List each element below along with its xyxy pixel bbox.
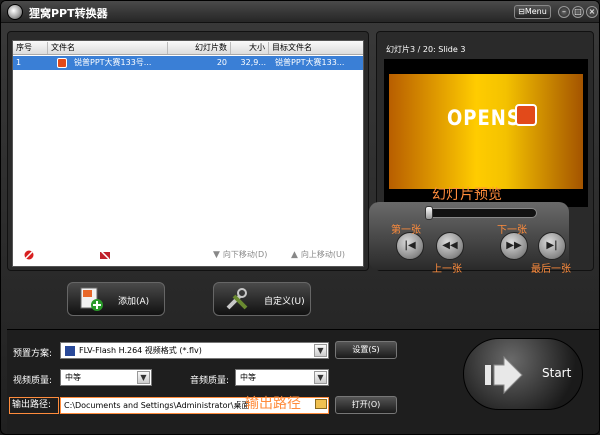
chevron-down-icon[interactable]: ▼ xyxy=(314,344,327,357)
table-header: 序号 文件名 幻灯片数 大小 目标文件名 xyxy=(13,41,363,55)
prev-slide-label: 上一张 xyxy=(432,264,462,275)
fast-forward-icon: ▶▶ xyxy=(506,240,522,251)
rewind-icon: ◀◀ xyxy=(442,240,458,251)
settings-button[interactable]: 设置(S) xyxy=(335,341,397,359)
chevron-down-icon[interactable]: ▼ xyxy=(314,371,327,384)
maximize-icon[interactable]: □ xyxy=(572,6,584,18)
remove-button[interactable]: 移除(R) xyxy=(23,247,73,263)
column-header-slides[interactable]: 幻灯片数 xyxy=(168,42,231,54)
table-row[interactable]: 1 锐普PPT大赛133号... 20 32,9... 锐普PPT大赛133..… xyxy=(13,56,363,70)
move-down-label: 向下移动(D) xyxy=(222,250,268,259)
column-header-target[interactable]: 目标文件名 xyxy=(269,42,363,54)
remove-icon xyxy=(23,249,35,260)
video-quality-label: 视频质量: xyxy=(13,376,53,386)
settings-panel: 预置方案: FLV-Flash H.264 视频格式 (*.flv) ▼ 设置(… xyxy=(7,329,599,434)
start-arrow-icon xyxy=(485,355,523,395)
custom-label: 自定义(U) xyxy=(264,297,305,307)
audio-quality-value: 中等 xyxy=(240,373,256,382)
next-slide-label: 下一张 xyxy=(497,225,527,236)
move-up-label: 向上移动(U) xyxy=(300,250,346,259)
ppt-file-icon xyxy=(57,58,67,68)
list-actions: 移除(R) 清除(C) ▼ 向下移动(D) ▲ 向上移动(U) xyxy=(13,247,365,265)
video-quality-value: 中等 xyxy=(65,373,81,382)
column-header-filename[interactable]: 文件名 xyxy=(48,42,168,54)
file-table[interactable]: 序号 文件名 幻灯片数 大小 目标文件名 1 锐普PPT大赛133号... 20… xyxy=(12,40,364,267)
folder-icon[interactable] xyxy=(315,399,327,409)
column-header-size[interactable]: 大小 xyxy=(231,42,269,54)
audio-quality-label: 音频质量: xyxy=(190,376,230,386)
start-button[interactable]: Start xyxy=(463,338,583,410)
ppt-logo-icon xyxy=(515,104,537,126)
flv-format-icon xyxy=(65,345,75,356)
output-path-label: 输出路径: xyxy=(9,397,59,414)
move-down-button[interactable]: ▼ 向下移动(D) xyxy=(213,247,267,263)
first-slide-button[interactable]: |◀ xyxy=(396,232,424,260)
preset-value: FLV-Flash H.264 视频格式 (*.flv) xyxy=(79,346,202,355)
skip-back-icon: |◀ xyxy=(404,240,416,251)
title-bar: 狸窝PPT转换器 ⊟Menu – □ × xyxy=(1,1,599,23)
app-title: 狸窝PPT转换器 xyxy=(29,7,108,20)
app-logo-icon xyxy=(7,4,23,20)
close-icon[interactable]: × xyxy=(586,6,598,18)
prev-slide-button[interactable]: ◀◀ xyxy=(436,232,464,260)
cell-index: 1 xyxy=(16,58,22,67)
file-list-panel: 序号 文件名 幻灯片数 大小 目标文件名 1 锐普PPT大赛133号... 20… xyxy=(7,31,369,271)
slide-counter: 幻灯片3 / 20: Slide 3 xyxy=(386,45,466,54)
add-label: 添加(A) xyxy=(118,297,150,307)
clear-icon xyxy=(100,249,110,260)
remove-label: 移除(R) xyxy=(45,250,73,259)
custom-button[interactable]: 自定义(U) xyxy=(213,282,311,316)
start-label: Start xyxy=(542,366,572,380)
clear-button[interactable]: 清除(C) xyxy=(99,247,149,263)
add-file-icon xyxy=(80,287,103,311)
open-folder-button[interactable]: 打开(O) xyxy=(335,396,397,414)
cell-size: 32,9... xyxy=(240,58,266,67)
audio-quality-select[interactable]: 中等 ▼ xyxy=(235,369,329,386)
move-up-button[interactable]: ▲ 向上移动(U) xyxy=(291,247,345,263)
preset-select[interactable]: FLV-Flash H.264 视频格式 (*.flv) ▼ xyxy=(60,342,329,359)
last-slide-label: 最后一张 xyxy=(531,264,571,275)
clear-label: 清除(C) xyxy=(121,250,149,259)
first-slide-label: 第一张 xyxy=(391,225,421,236)
move-down-icon: ▼ xyxy=(213,250,220,260)
slide-title-text: OPENS xyxy=(447,105,521,132)
app-window: 狸窝PPT转换器 ⊟Menu – □ × 序号 文件名 幻灯片数 大小 目标文件… xyxy=(0,0,600,435)
cell-target: 锐普PPT大赛133... xyxy=(275,58,345,67)
chevron-down-icon[interactable]: ▼ xyxy=(137,371,150,384)
move-up-icon: ▲ xyxy=(291,250,298,260)
minimize-icon[interactable]: – xyxy=(558,6,570,18)
preview-panel: 幻灯片3 / 20: Slide 3 OPENS 幻灯片预览 |◀ ◀◀ ▶▶ … xyxy=(369,31,594,275)
preset-label: 预置方案: xyxy=(13,349,53,359)
menu-button[interactable]: ⊟Menu xyxy=(514,5,551,19)
seek-slider[interactable] xyxy=(425,206,537,220)
cell-slides: 20 xyxy=(216,58,227,67)
video-quality-select[interactable]: 中等 ▼ xyxy=(60,369,152,386)
add-button[interactable]: 添加(A) xyxy=(67,282,165,316)
slide-image: OPENS xyxy=(389,74,583,189)
next-slide-button[interactable]: ▶▶ xyxy=(500,232,528,260)
skip-forward-icon: ▶| xyxy=(546,240,558,251)
last-slide-button[interactable]: ▶| xyxy=(538,232,566,260)
output-path-hint: 输出路径 xyxy=(245,396,301,412)
cell-filename: 锐普PPT大赛133号... xyxy=(74,58,152,67)
seek-thumb[interactable] xyxy=(425,206,433,220)
column-header-index[interactable]: 序号 xyxy=(13,42,48,54)
preview-caption: 幻灯片预览 xyxy=(432,187,502,203)
tools-icon xyxy=(226,288,248,310)
